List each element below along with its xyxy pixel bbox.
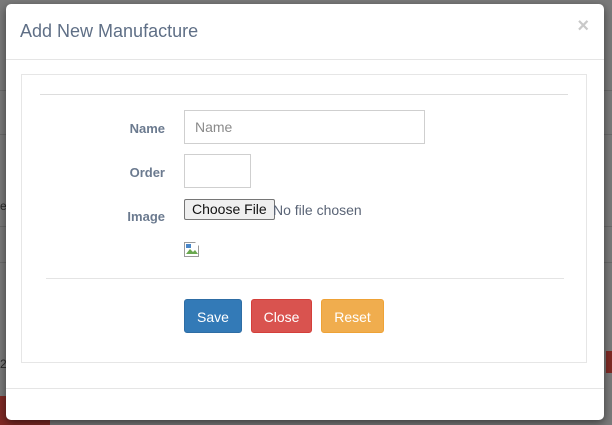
broken-image-icon — [184, 242, 200, 257]
close-icon[interactable]: × — [577, 16, 589, 36]
order-input[interactable] — [184, 154, 251, 188]
divider — [46, 278, 564, 279]
choose-file-button[interactable]: Choose File — [184, 199, 275, 220]
close-button[interactable]: Close — [251, 299, 312, 333]
modal-footer-divider — [6, 388, 604, 389]
add-manufacture-modal: Add New Manufacture × Name Order Image C… — [6, 4, 604, 420]
name-label: Name — [129, 121, 165, 136]
reset-button[interactable]: Reset — [321, 299, 384, 333]
save-button[interactable]: Save — [184, 299, 242, 333]
background-button — [606, 351, 612, 373]
divider — [40, 94, 568, 95]
order-label: Order — [129, 165, 165, 180]
modal-header: Add New Manufacture × — [6, 4, 604, 60]
form-panel: Name Order Image Choose File No file cho… — [21, 74, 587, 363]
modal-title: Add New Manufacture — [20, 21, 199, 41]
name-input[interactable] — [184, 110, 425, 144]
file-status: No file chosen — [273, 202, 362, 218]
image-label: Image — [127, 209, 165, 224]
